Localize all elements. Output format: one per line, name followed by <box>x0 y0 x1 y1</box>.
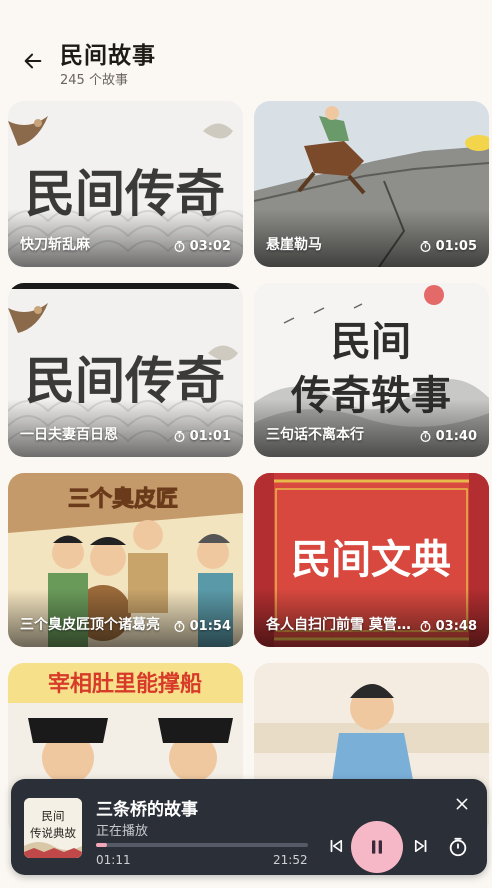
pause-icon <box>372 840 382 854</box>
thumb-text-line1: 民间 <box>331 318 411 365</box>
page-title: 民间故事 <box>60 43 156 69</box>
duration-text: 01:01 <box>189 429 231 444</box>
skip-next-icon <box>414 839 427 853</box>
duration-text: 01:54 <box>189 619 231 634</box>
mini-player[interactable]: 民间 传说典故 三条桥的故事 正在播放 01:11 21:52 <box>11 779 487 875</box>
thumb-text: 三个臭皮匠 <box>68 486 178 512</box>
close-player-button[interactable] <box>451 793 473 815</box>
story-card[interactable]: 民间传奇 一日夫妻百日恩 01:01 <box>8 283 243 457</box>
thumb-text: 宰相肚里能撑船 <box>48 671 202 697</box>
total-time: 21:52 <box>273 853 308 867</box>
story-duration: 01:54 <box>173 619 231 634</box>
artwork-text: 民间 传说典故 <box>30 809 76 840</box>
close-icon <box>456 798 468 810</box>
timer-icon <box>420 240 431 253</box>
timer-icon <box>174 430 185 443</box>
duration-text: 01:05 <box>435 239 477 254</box>
timer-icon <box>420 620 431 633</box>
story-title: 快刀斩乱麻 <box>20 237 90 253</box>
story-count: 245 个故事 <box>60 73 128 88</box>
story-duration: 01:01 <box>173 429 231 444</box>
sleep-timer-button[interactable] <box>445 834 471 860</box>
timer-icon <box>174 240 185 253</box>
now-playing-artwork: 民间 传说典故 <box>24 798 82 858</box>
timer-icon <box>420 430 431 443</box>
playback-status: 正在播放 <box>96 824 149 839</box>
next-button[interactable] <box>409 834 433 858</box>
duration-text: 03:02 <box>189 239 231 254</box>
now-playing-title: 三条桥的故事 <box>96 800 198 820</box>
story-card[interactable]: 悬崖勒马 01:05 <box>254 101 489 267</box>
story-duration: 03:48 <box>419 619 477 634</box>
status-bar <box>0 0 492 20</box>
back-button[interactable] <box>14 42 52 80</box>
story-title: 悬崖勒马 <box>266 237 322 253</box>
stopwatch-icon <box>449 837 467 857</box>
arrow-left-icon <box>24 53 42 69</box>
story-title: 三句话不离本行 <box>266 427 364 443</box>
story-grid: 民间传奇 快刀斩乱麻 03:02 悬崖勒马 01:05 民间传奇 一日夫妻百日恩… <box>8 101 489 837</box>
story-title: 三个臭皮匠顶个诸葛亮 <box>20 617 160 633</box>
story-card[interactable]: 三个臭皮匠 三个臭皮匠顶个诸葛亮 01:54 <box>8 473 243 647</box>
timer-icon <box>174 620 185 633</box>
skip-previous-icon <box>330 839 343 853</box>
progress-fill <box>96 843 108 847</box>
story-card[interactable]: 民间 传奇轶事 三句话不离本行 01:40 <box>254 283 489 457</box>
story-duration: 01:05 <box>419 239 477 254</box>
progress-bar[interactable] <box>96 843 308 847</box>
story-card[interactable]: 民间文典 各人自扫门前雪 莫管他人瓦上霜 03:48 <box>254 473 489 647</box>
story-title: 一日夫妻百日恩 <box>20 427 118 443</box>
story-title: 各人自扫门前雪 莫管他人瓦上霜 <box>266 617 416 633</box>
story-card[interactable]: 民间传奇 快刀斩乱麻 03:02 <box>8 101 243 267</box>
story-duration: 03:02 <box>173 239 231 254</box>
duration-text: 03:48 <box>435 619 477 634</box>
header: 民间故事 245 个故事 <box>0 20 492 100</box>
thumb-text: 民间文典 <box>291 536 451 583</box>
duration-text: 01:40 <box>435 429 477 444</box>
pause-button[interactable] <box>351 821 403 873</box>
story-duration: 01:40 <box>419 429 477 444</box>
current-time: 01:11 <box>96 853 131 867</box>
previous-button[interactable] <box>324 834 348 858</box>
